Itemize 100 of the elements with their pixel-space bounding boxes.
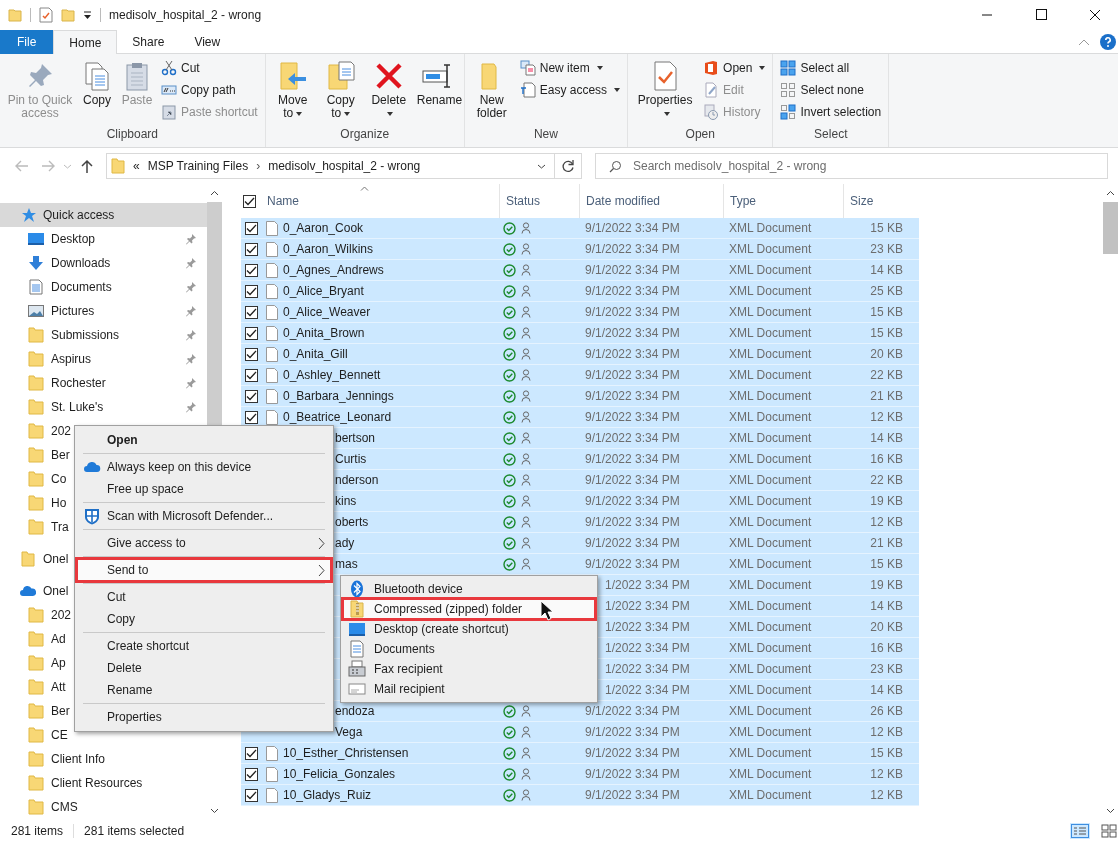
file-type: XML Document xyxy=(729,557,812,571)
file-type: XML Document xyxy=(729,641,812,655)
date-modified: 9/1/2022 3:34 PM xyxy=(585,284,680,298)
date-modified: 1/2022 3:34 PM xyxy=(605,599,690,613)
date-modified: 9/1/2022 3:34 PM xyxy=(585,725,680,739)
file-type: XML Document xyxy=(729,326,812,340)
date-modified: 9/1/2022 3:34 PM xyxy=(585,410,680,424)
file-type: XML Document xyxy=(729,410,812,424)
file-name: 0_Aaron_Cook xyxy=(283,221,364,235)
file-size: 21 KB xyxy=(870,389,903,403)
file-size: 14 KB xyxy=(870,599,903,613)
file-size: 19 KB xyxy=(870,578,903,592)
file-name: mas xyxy=(335,557,358,571)
file-name: 0_Barbara_Jennings xyxy=(283,389,394,403)
file-name: 10_Gladys_Ruiz xyxy=(283,788,372,802)
file-size: 23 KB xyxy=(870,242,903,256)
group-label: Open xyxy=(684,126,716,143)
file-type: XML Document xyxy=(729,683,812,697)
date-modified: 9/1/2022 3:34 PM xyxy=(585,767,680,781)
date-modified: 9/1/2022 3:34 PM xyxy=(585,536,680,550)
date-modified: 9/1/2022 3:34 PM xyxy=(585,431,680,445)
file-name: oberts xyxy=(335,515,369,529)
date-modified: 1/2022 3:34 PM xyxy=(605,683,690,697)
file-name: 0_Beatrice_Leonard xyxy=(283,410,392,424)
date-modified: 9/1/2022 3:34 PM xyxy=(585,305,680,319)
group-label: Clipboard xyxy=(105,126,160,143)
date-modified: 1/2022 3:34 PM xyxy=(605,620,690,634)
file-size: 14 KB xyxy=(870,263,903,277)
file-type: XML Document xyxy=(729,347,812,361)
file-size: 12 KB xyxy=(870,788,903,802)
file-name: Curtis xyxy=(335,452,367,466)
selection-count: 281 items selected xyxy=(84,823,185,838)
file-type: XML Document xyxy=(729,242,812,256)
file-size: 19 KB xyxy=(870,494,903,508)
file-name: nderson xyxy=(335,473,379,487)
file-type: XML Document xyxy=(729,620,812,634)
date-modified: 9/1/2022 3:34 PM xyxy=(585,704,680,718)
file-name: 0_Alice_Weaver xyxy=(283,305,371,319)
file-size: 15 KB xyxy=(870,326,903,340)
file-size: 12 KB xyxy=(870,767,903,781)
group-label: New xyxy=(532,126,559,143)
file-size: 16 KB xyxy=(870,641,903,655)
date-modified: 9/1/2022 3:34 PM xyxy=(585,263,680,277)
file-name: 0_Aaron_Wilkins xyxy=(283,242,374,256)
file-type: XML Document xyxy=(729,389,812,403)
file-size: 12 KB xyxy=(870,410,903,424)
file-type: XML Document xyxy=(729,788,812,802)
file-size: 15 KB xyxy=(870,221,903,235)
file-type: XML Document xyxy=(729,515,812,529)
file-type: XML Document xyxy=(729,494,812,508)
date-modified: 9/1/2022 3:34 PM xyxy=(585,347,680,361)
file-name: 0_Anita_Gill xyxy=(283,347,348,361)
file-name: 10_Felicia_Gonzales xyxy=(283,767,396,781)
file-size: 20 KB xyxy=(870,347,903,361)
file-type: XML Document xyxy=(729,431,812,445)
file-size: 12 KB xyxy=(870,515,903,529)
date-modified: 1/2022 3:34 PM xyxy=(605,662,690,676)
file-type: XML Document xyxy=(729,704,812,718)
date-modified: 9/1/2022 3:34 PM xyxy=(585,221,680,235)
file-name: endoza xyxy=(335,704,375,718)
date-modified: 1/2022 3:34 PM xyxy=(605,578,690,592)
file-size: 21 KB xyxy=(870,536,903,550)
group-label: Organize xyxy=(339,126,391,143)
file-type: XML Document xyxy=(729,368,812,382)
date-modified: 9/1/2022 3:34 PM xyxy=(585,326,680,340)
date-modified: 9/1/2022 3:34 PM xyxy=(585,515,680,529)
file-type: XML Document xyxy=(729,725,812,739)
file-type: XML Document xyxy=(729,767,812,781)
file-size: 15 KB xyxy=(870,746,903,760)
date-modified: 9/1/2022 3:34 PM xyxy=(585,368,680,382)
file-name: ady xyxy=(335,536,355,550)
file-size: 15 KB xyxy=(870,557,903,571)
group-label: Select xyxy=(813,126,849,143)
file-name: Vega xyxy=(335,725,363,739)
file-size: 22 KB xyxy=(870,473,903,487)
window-title: medisolv_hospital_2 - wrong xyxy=(109,8,262,22)
file-size: 20 KB xyxy=(870,620,903,634)
file-type: XML Document xyxy=(729,662,812,676)
file-type: XML Document xyxy=(729,452,812,466)
file-type: XML Document xyxy=(729,473,812,487)
file-name: kins xyxy=(335,494,357,508)
date-modified: 9/1/2022 3:34 PM xyxy=(585,788,680,802)
date-modified: 9/1/2022 3:34 PM xyxy=(585,494,680,508)
file-type: XML Document xyxy=(729,305,812,319)
file-type: XML Document xyxy=(729,746,812,760)
file-type: XML Document xyxy=(729,599,812,613)
item-count: 281 items xyxy=(11,823,64,838)
file-size: 14 KB xyxy=(870,683,903,697)
date-modified: 9/1/2022 3:34 PM xyxy=(585,389,680,403)
file-size: 23 KB xyxy=(870,662,903,676)
date-modified: 9/1/2022 3:34 PM xyxy=(585,242,680,256)
file-size: 14 KB xyxy=(870,431,903,445)
date-modified: 9/1/2022 3:34 PM xyxy=(585,557,680,571)
file-size: 22 KB xyxy=(870,368,903,382)
file-size: 26 KB xyxy=(870,704,903,718)
file-size: 16 KB xyxy=(870,452,903,466)
date-modified: 9/1/2022 3:34 PM xyxy=(585,746,680,760)
file-type: XML Document xyxy=(729,536,812,550)
file-type: XML Document xyxy=(729,263,812,277)
file-name: 0_Ashley_Bennett xyxy=(283,368,381,382)
